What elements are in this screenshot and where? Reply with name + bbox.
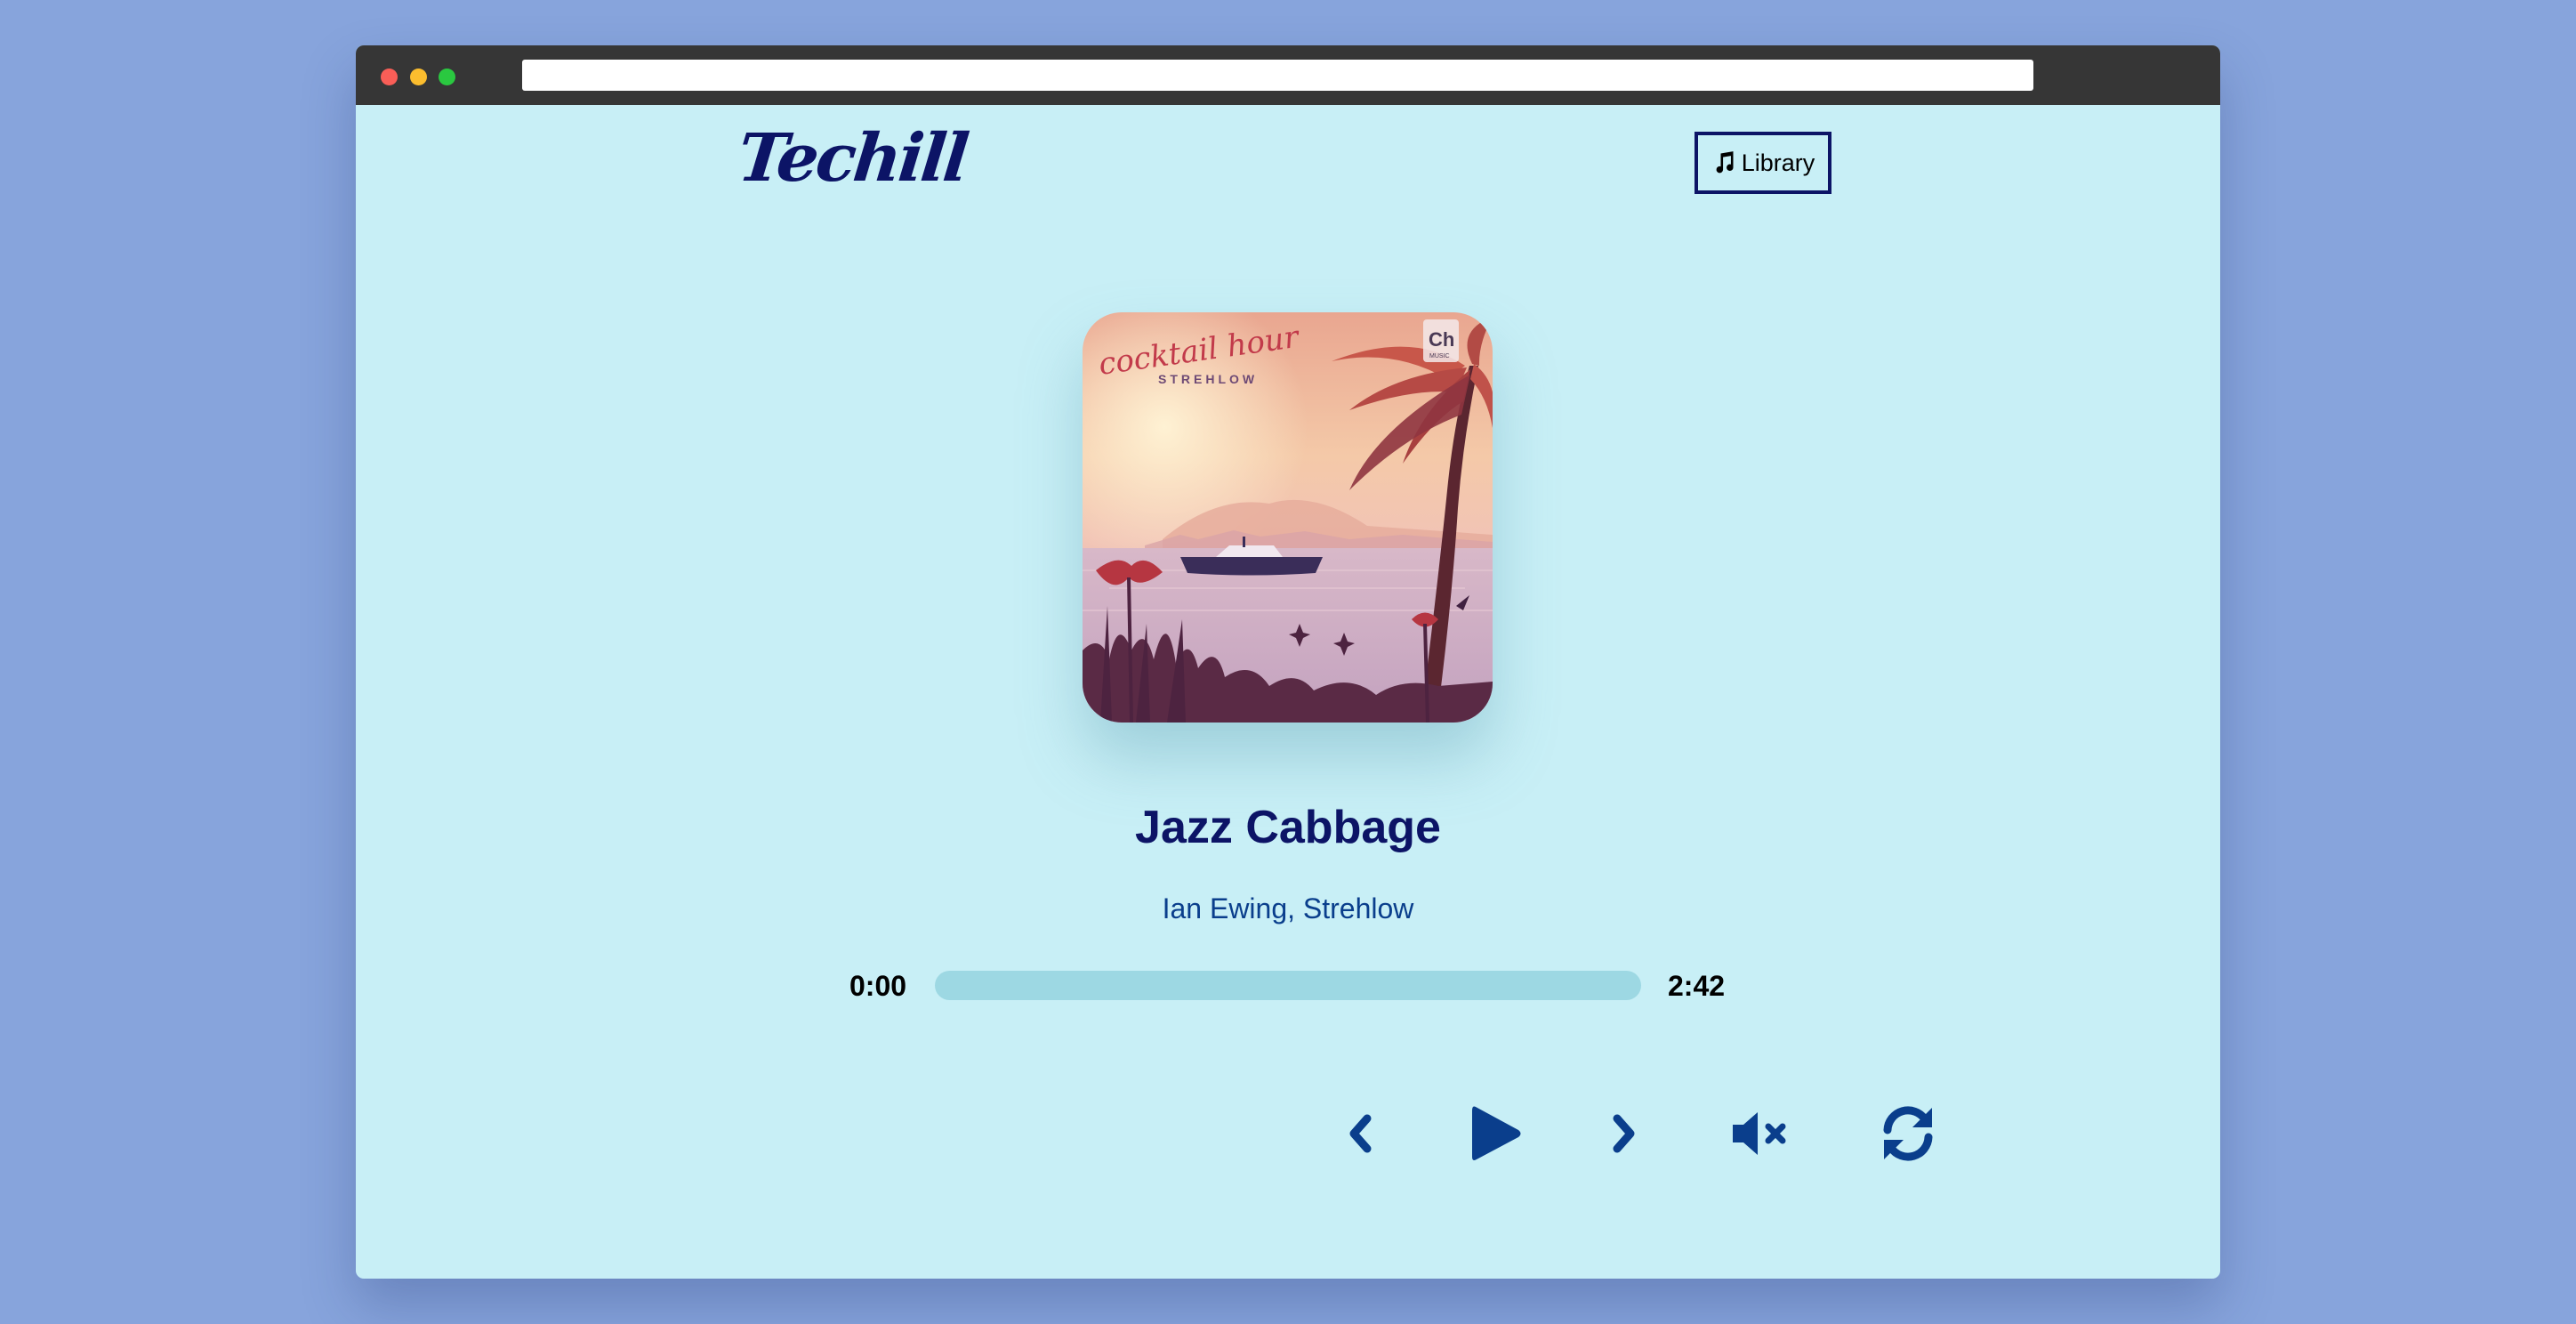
browser-window: Techill Library cocktail hour STREHLOW C…	[356, 45, 2220, 1279]
previous-track-button[interactable]	[1337, 1110, 1383, 1157]
album-cover-badge-sub: MUSIC	[1429, 353, 1450, 359]
total-time: 2:42	[1668, 970, 1726, 1002]
minimize-window-button[interactable]	[410, 69, 427, 85]
track-artist: Ian Ewing, Strehlow	[1162, 892, 1414, 924]
maximize-window-button[interactable]	[439, 69, 455, 85]
album-artwork: cocktail hour STREHLOW Ch MUSIC	[1083, 312, 1493, 723]
album-cover-badge: Ch	[1429, 328, 1454, 351]
music-player: Techill Library cocktail hour STREHLOW C…	[356, 105, 2220, 1279]
track-title: Jazz Cabbage	[1135, 802, 1441, 853]
progress-bar[interactable]	[935, 971, 1641, 1000]
close-window-button[interactable]	[381, 69, 398, 85]
library-button-label: Library	[1741, 149, 1815, 176]
album-cover-artist: STREHLOW	[1158, 372, 1258, 386]
mute-button[interactable]	[1726, 1107, 1797, 1160]
music-note-icon	[1716, 151, 1734, 174]
volume-mute-icon	[1733, 1112, 1786, 1155]
chevron-right-icon	[1613, 1114, 1635, 1153]
current-time: 0:00	[849, 970, 907, 1002]
app-logo[interactable]: Techill	[734, 120, 970, 197]
next-track-button[interactable]	[1601, 1110, 1647, 1157]
repeat-icon	[1883, 1106, 1933, 1161]
play-icon	[1472, 1106, 1521, 1160]
play-button[interactable]	[1462, 1100, 1530, 1167]
library-button[interactable]: Library	[1695, 132, 1831, 194]
chevron-left-icon	[1349, 1114, 1372, 1153]
repeat-button[interactable]	[1875, 1102, 1941, 1165]
browser-titlebar	[356, 45, 2220, 105]
album-cover: cocktail hour STREHLOW Ch MUSIC	[1083, 312, 1493, 723]
address-bar[interactable]	[522, 60, 2033, 91]
